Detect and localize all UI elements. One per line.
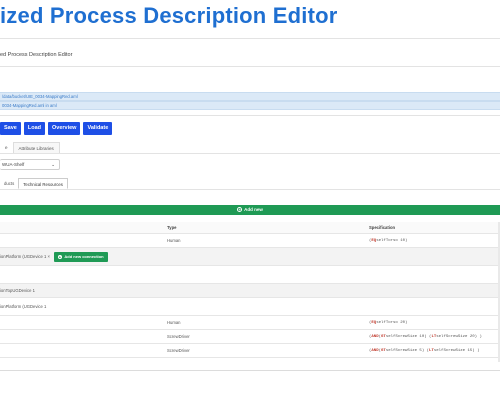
table-row[interactable]: Human ( EQ selfTorso 20 )	[0, 316, 500, 330]
file-path-1: /data/bucket/UIE_0034-MappingRed.aml	[2, 94, 78, 99]
row-specification: ( EQ selfTorso 10 )	[369, 234, 407, 247]
row-specification: ( AND ( GT selfScrewSize 10 ) ( LT selfS…	[369, 330, 482, 343]
file-path-2: 0034-MappingRed.aml in aml	[2, 103, 57, 108]
file-path-bar-1: /data/bucket/UIE_0034-MappingRed.aml	[0, 92, 500, 101]
spec-token: ) )	[472, 348, 480, 353]
footer-divider	[0, 370, 500, 371]
load-button[interactable]: Load	[23, 122, 45, 135]
chevron-down-icon: ⌄	[51, 162, 55, 167]
resources-table: Type Specification Human ( EQ selfTorso …	[0, 222, 500, 358]
resource-select[interactable]: WUA-Shelf ⌄	[0, 159, 60, 170]
spec-token: ) (	[424, 334, 432, 339]
library-tabs: e Attribute Libraries	[0, 142, 60, 153]
spec-token: selfScrewSize 10	[385, 334, 425, 339]
spec-token: selfScrewSize 20	[436, 334, 475, 339]
tabs-divider	[0, 153, 500, 154]
spec-keyword: AND	[371, 348, 379, 353]
table-row[interactable]: ionPlatform (UGDevice 1	[0, 298, 500, 316]
table-row[interactable]: ScrewDriver ( AND ( GT selfScrewSize 10 …	[0, 330, 500, 344]
tab-products[interactable]: ducts	[0, 178, 18, 189]
add-new-button[interactable]: + Add new	[0, 205, 500, 215]
row-type: ScrewDriver	[167, 334, 190, 339]
spec-token: )	[405, 238, 408, 243]
tab-technical-resources[interactable]: Technical Resources	[18, 178, 68, 189]
row-type: Human	[167, 320, 181, 325]
toolbar-divider	[0, 115, 500, 116]
subtitle-divider	[0, 66, 500, 67]
row-name: ionPlatform (UGDevice 1	[0, 304, 47, 309]
row-name: ionPlatform (UGDevice 1 × + Add new conne…	[0, 248, 108, 265]
header-specification: Specification	[369, 225, 396, 230]
header-type: Type	[167, 225, 177, 230]
spec-token: selfScrewSize 5	[385, 348, 422, 353]
spec-token: ) )	[474, 334, 482, 339]
row-name-text: ionPlatform (UGDevice 1 ×	[0, 254, 50, 259]
validate-button[interactable]: Validate	[83, 122, 113, 135]
page-title: ized Process Description Editor	[0, 3, 338, 28]
table-row[interactable]: ionTopUGDevice 1	[0, 284, 500, 298]
table-header: Type Specification	[0, 222, 500, 234]
file-path-bar-2: 0034-MappingRed.aml in aml	[0, 101, 500, 110]
table-row[interactable]: Human ( EQ selfTorso 10 )	[0, 234, 500, 248]
save-button[interactable]: Save	[0, 122, 21, 135]
table-row[interactable]: ScrewDriver ( AND ( GT selfScrewSize 5 )…	[0, 344, 500, 358]
tab-e[interactable]: e	[0, 142, 13, 153]
spec-token: selfScrewSize 15	[433, 348, 473, 353]
tab-attribute-libraries[interactable]: Attribute Libraries	[12, 142, 60, 153]
spec-token: ) (	[421, 348, 430, 353]
page-subtitle: ed Process Description Editor	[0, 52, 73, 58]
row-specification: ( EQ selfTorso 20 )	[369, 316, 407, 329]
add-connection-button[interactable]: + Add new connection	[53, 251, 108, 262]
row-type: Human	[167, 238, 181, 243]
spec-keyword: AND	[371, 334, 379, 339]
plus-circle-icon: +	[57, 254, 63, 259]
plus-circle-icon: +	[237, 207, 243, 212]
overview-button[interactable]: Overview	[48, 122, 81, 135]
row-type: ScrewDriver	[167, 348, 190, 353]
row-specification: ( AND ( GT selfScrewSize 5 ) ( LT selfSc…	[369, 344, 479, 357]
add-new-label: Add new	[244, 207, 263, 212]
toolbar: Save Load Overview Validate	[0, 122, 113, 135]
row-name: ionTopUGDevice 1	[0, 288, 35, 293]
spec-token: )	[405, 320, 408, 325]
spec-token: selfTorso 20	[376, 320, 406, 325]
table-row[interactable]	[0, 266, 500, 284]
resource-tabs: ducts Technical Resources	[0, 178, 68, 189]
add-connection-label: Add new connection	[64, 253, 104, 259]
table-row[interactable]: ionPlatform (UGDevice 1 × + Add new conne…	[0, 248, 500, 266]
subtabs-divider	[0, 189, 500, 190]
header-divider	[0, 38, 500, 39]
resource-select-value: WUA-Shelf	[2, 162, 25, 167]
spec-token: selfTorso 10	[376, 238, 406, 243]
